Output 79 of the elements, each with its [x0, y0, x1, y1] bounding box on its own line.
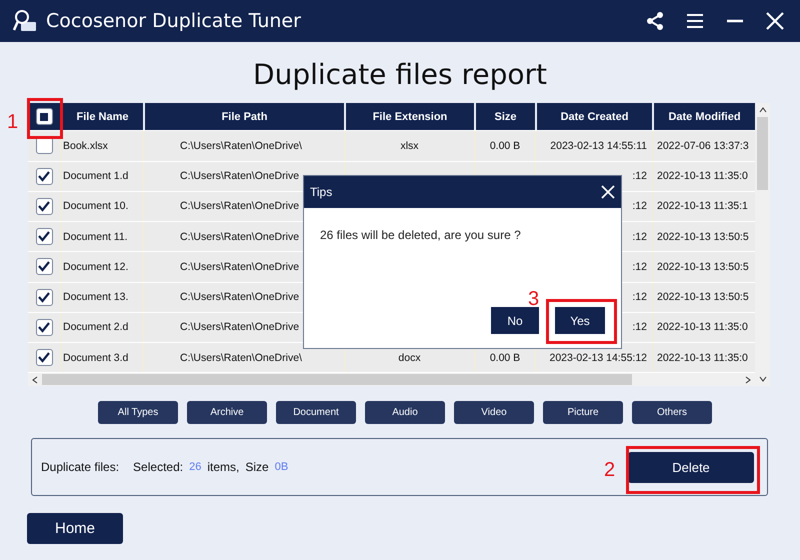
- selected-count: 26: [189, 461, 202, 473]
- highlight-frame: [546, 299, 617, 344]
- yes-button[interactable]: Yes: [555, 307, 605, 334]
- row-checkbox[interactable]: [36, 228, 52, 246]
- scrollbar-thumb[interactable]: [42, 374, 632, 386]
- table-cell: C:\Users\Raten\OneDrive: [180, 170, 300, 182]
- row-checkbox[interactable]: [36, 288, 52, 306]
- table-cell: docx: [398, 352, 421, 364]
- dialog-title: Tips: [310, 185, 332, 199]
- step-number: 1: [7, 112, 18, 132]
- table-cell: 2023-02-13 14:55:11: [550, 140, 647, 152]
- table-cell: xlsx: [400, 140, 419, 152]
- delete-button[interactable]: Delete: [628, 452, 754, 482]
- filter-button[interactable]: Others: [632, 401, 712, 424]
- row-checkbox[interactable]: [36, 198, 52, 215]
- table-cell: Document 11.: [63, 230, 128, 243]
- table-cell: 2023-02-13 14:55:12: [550, 352, 647, 364]
- no-button[interactable]: No: [491, 307, 539, 334]
- table-cell: :12: [632, 321, 647, 334]
- table-cell: C:\Users\Raten\OneDrive: [180, 230, 300, 243]
- menu-icon[interactable]: [686, 13, 704, 29]
- table-cell: C:\Users\Raten\OneDrive: [180, 321, 300, 334]
- horizontal-scrollbar[interactable]: [28, 373, 755, 386]
- row-checkbox[interactable]: [36, 258, 52, 276]
- window-title: Cocosenor Duplicate Tuner: [46, 10, 301, 32]
- table-cell: Book.xlsx: [63, 140, 108, 152]
- vertical-scrollbar[interactable]: [755, 103, 770, 386]
- home-button[interactable]: Home: [27, 513, 123, 544]
- table-cell: 0.00 B: [490, 140, 520, 152]
- table-cell: 2022-10-13 11:35:0: [657, 321, 748, 334]
- select-all-checkbox[interactable]: [36, 108, 52, 126]
- filter-button[interactable]: Document: [276, 401, 356, 424]
- table-cell: 2022-07-06 13:37:3: [657, 140, 749, 152]
- summary-label: Duplicate files:: [41, 460, 120, 474]
- table-cell: Document 1.d: [63, 170, 128, 182]
- dialog-message: 26 files will be deleted, are you sure ?: [319, 227, 522, 242]
- table-cell: 2022-10-13 13:50:5: [657, 230, 749, 243]
- table-cell: 2022-10-13 11:35:1: [657, 200, 748, 212]
- table-cell: Document 2.d: [63, 321, 128, 334]
- table-cell: C:\Users\Raten\OneDrive: [180, 200, 300, 212]
- table-cell: :12: [632, 230, 647, 243]
- filter-button[interactable]: Picture: [543, 401, 623, 424]
- step-number: 2: [604, 460, 616, 480]
- table-cell: 2022-10-13 11:35:0: [657, 352, 748, 364]
- table-cell: :12: [632, 200, 647, 212]
- row-checkbox[interactable]: [36, 318, 52, 336]
- table-cell: C:\Users\Raten\OneDrive\: [180, 352, 302, 364]
- share-icon[interactable]: [646, 11, 664, 31]
- size-label: Size: [245, 460, 269, 474]
- table-cell: Document 3.d: [63, 352, 128, 364]
- scrollbar-thumb[interactable]: [757, 117, 768, 190]
- row-checkbox[interactable]: [36, 349, 52, 366]
- table-cell: 0.00 B: [490, 352, 520, 364]
- table-cell: 2022-10-13 13:50:5: [657, 291, 749, 304]
- items-label: items,: [207, 460, 240, 474]
- close-icon[interactable]: [766, 12, 784, 30]
- selected-label: Selected:: [133, 460, 184, 474]
- magnifier-icon: [12, 8, 38, 34]
- table-cell: 2022-10-13 13:50:5: [657, 260, 749, 273]
- table-cell: Document 10.: [63, 200, 128, 212]
- table-cell: Document 13.: [63, 291, 128, 304]
- close-icon[interactable]: [601, 185, 615, 199]
- table-cell: C:\Users\Raten\OneDrive: [180, 260, 300, 273]
- table-cell: :12: [632, 170, 647, 182]
- selected-size: 0B: [274, 461, 288, 473]
- row-checkbox[interactable]: [36, 168, 52, 185]
- table-cell: Document 12.: [63, 260, 128, 273]
- table-cell: :12: [632, 260, 647, 273]
- filter-button[interactable]: All Types: [98, 401, 178, 424]
- page-heading: Duplicate files report: [252, 58, 548, 91]
- step-number: 3: [528, 289, 540, 309]
- filter-button[interactable]: Video: [454, 401, 534, 424]
- filter-button[interactable]: Audio: [365, 401, 445, 424]
- table-cell: C:\Users\Raten\OneDrive\: [180, 140, 302, 152]
- filter-button[interactable]: Archive: [187, 401, 267, 424]
- table-cell: 2022-10-13 11:35:0: [657, 170, 748, 182]
- table-cell: C:\Users\Raten\OneDrive: [180, 291, 300, 304]
- highlight-frame: [27, 98, 63, 139]
- table-cell: :12: [632, 291, 647, 304]
